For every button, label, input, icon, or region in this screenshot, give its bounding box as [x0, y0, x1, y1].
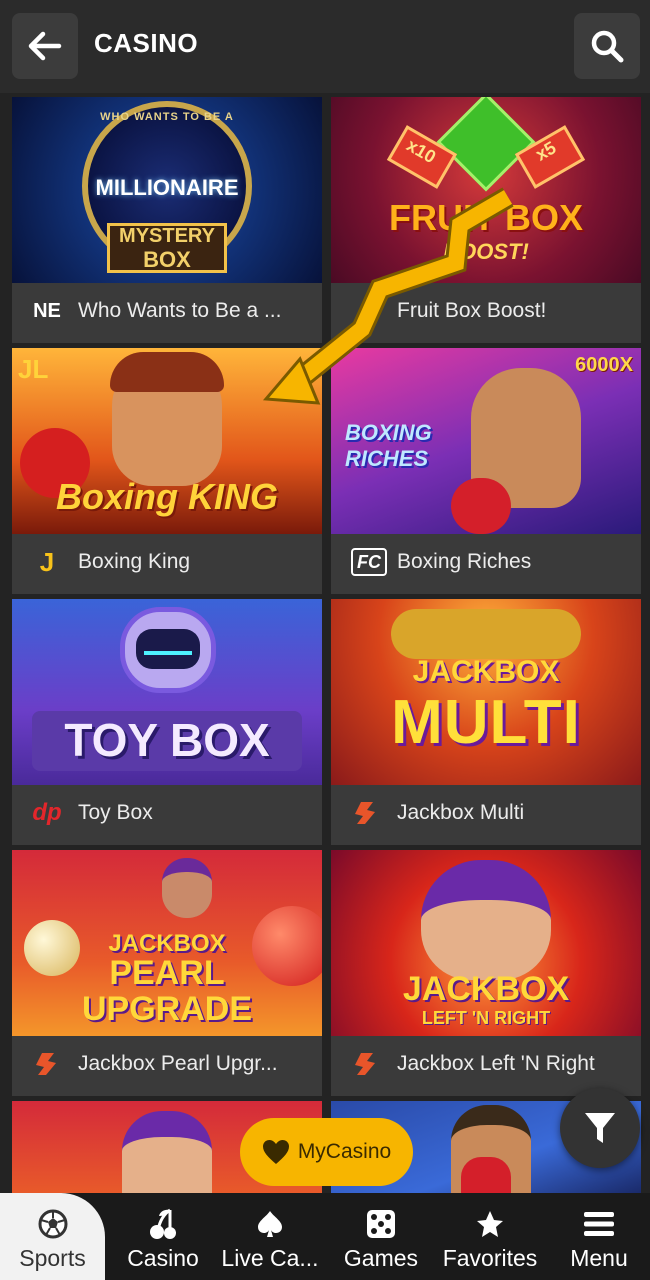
game-caption: J Boxing King — [12, 534, 322, 590]
nav-label: Casino — [127, 1245, 199, 1271]
nav-item-casino[interactable]: Casino — [118, 1193, 208, 1280]
nav-label: Games — [343, 1245, 419, 1271]
game-name: Toy Box — [78, 801, 153, 824]
game-card[interactable]: TOY BOX dp Toy Box — [12, 599, 322, 845]
filter-icon — [585, 1113, 615, 1143]
game-thumbnail: JACKBOX LEFT 'N RIGHT — [331, 850, 641, 1036]
nav-label: Sports — [19, 1245, 86, 1271]
hamburger-icon — [584, 1212, 614, 1236]
nav-item-games[interactable]: Games — [336, 1193, 426, 1280]
art-text: TOY BOX — [64, 714, 270, 766]
provider-logo: dp — [32, 799, 62, 826]
provider-logo — [351, 1050, 381, 1078]
provider-logo — [351, 799, 381, 827]
art-text: LEFT 'N RIGHT — [421, 1008, 551, 1028]
art-text: Boxing KING — [56, 476, 278, 517]
nav-item-sports[interactable]: Sports — [0, 1193, 105, 1280]
game-card[interactable]: JACKBOX PEARL UPGRADE Jackbox Pearl Upgr… — [12, 850, 322, 1096]
game-caption: FC Boxing Riches — [331, 534, 641, 590]
game-card[interactable]: JACKBOX LEFT 'N RIGHT Jackbox Left 'N Ri… — [331, 850, 641, 1096]
game-name: Jackbox Pearl Upgr... — [78, 1052, 278, 1075]
search-icon — [591, 30, 624, 63]
mycasino-button[interactable]: MyCasino — [240, 1118, 413, 1186]
back-button[interactable] — [12, 13, 78, 79]
nav-item-favorites[interactable]: Favorites — [436, 1193, 544, 1280]
jackbox-provider-icon — [355, 1053, 375, 1075]
mycasino-label: MyCasino — [297, 1140, 392, 1163]
game-name: Boxing King — [78, 550, 191, 573]
heart-icon — [262, 1140, 289, 1164]
art-text: PEARL — [109, 954, 225, 992]
soccer-ball-icon — [38, 1209, 67, 1239]
spade-icon — [258, 1211, 282, 1237]
game-name: Jackbox Multi — [397, 801, 525, 824]
provider-logo — [32, 1050, 62, 1078]
cherries-icon — [150, 1208, 176, 1239]
game-thumbnail: JACKBOX MULTI — [331, 599, 641, 785]
game-thumbnail: JACKBOX PEARL UPGRADE — [12, 850, 322, 1036]
game-name: Boxing Riches — [397, 550, 532, 573]
game-caption: Jackbox Left 'N Right — [331, 1036, 641, 1092]
art-text: UPGRADE — [81, 990, 253, 1028]
provider-logo: J — [39, 546, 55, 577]
game-caption: Jackbox Pearl Upgr... — [12, 1036, 322, 1092]
game-thumbnail: TOY BOX — [12, 599, 322, 785]
search-button[interactable] — [574, 13, 640, 79]
star-icon — [477, 1211, 503, 1237]
art-text: JACKBOX — [412, 655, 560, 688]
nav-label: Favorites — [442, 1245, 538, 1271]
bottom-navigation: Sports Casino Live Ca... Games Favorites… — [0, 1193, 650, 1280]
nav-item-menu[interactable]: Menu — [560, 1193, 638, 1280]
nav-label: Live Ca... — [221, 1245, 319, 1271]
game-caption: dp Toy Box — [12, 785, 322, 841]
nav-item-live-casino[interactable]: Live Ca... — [216, 1193, 324, 1280]
filter-button[interactable] — [560, 1088, 640, 1168]
art-text: MULTI — [391, 688, 581, 757]
game-grid: WHO WANTS TO BE A MILLIONAIRE MYSTERY BO… — [0, 93, 650, 1193]
page-title: CASINO — [94, 28, 199, 58]
art-text: JACKBOX — [402, 970, 570, 1008]
annotation-arrow-icon — [262, 187, 514, 405]
app-header: CASINO — [0, 0, 650, 93]
nav-label: Menu — [570, 1245, 628, 1271]
dice-icon — [367, 1210, 395, 1238]
provider-logo: FC — [351, 548, 387, 576]
game-card[interactable]: JACKBOX MULTI Jackbox Multi — [331, 599, 641, 845]
jackbox-provider-icon — [36, 1053, 56, 1075]
game-name: Jackbox Left 'N Right — [397, 1052, 595, 1075]
jackbox-provider-icon — [355, 802, 375, 824]
arrow-left-icon — [28, 31, 62, 61]
game-caption: Jackbox Multi — [331, 785, 641, 841]
